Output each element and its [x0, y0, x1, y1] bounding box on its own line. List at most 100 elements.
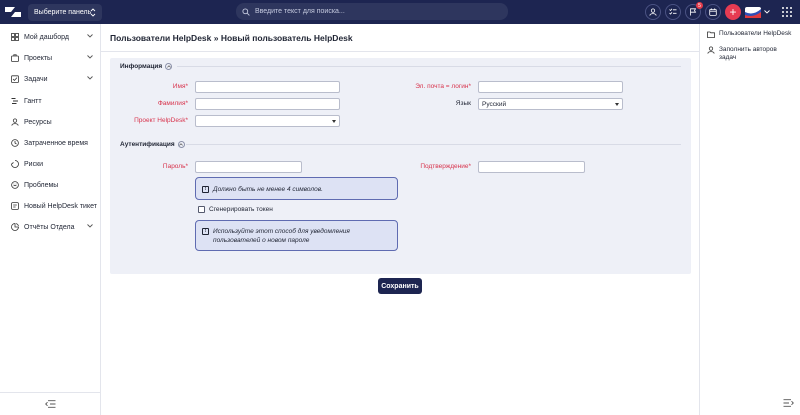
- sidebar-item-new-helpdesk-ticket[interactable]: Новый HelpDesk тикет: [0, 197, 100, 215]
- risk-icon: [10, 160, 19, 169]
- sidebar-item-label: Новый HelpDesk тикет: [24, 202, 97, 210]
- project-select[interactable]: [195, 115, 340, 127]
- profile-icon[interactable]: [645, 4, 661, 20]
- chevron-down-icon[interactable]: [764, 10, 772, 14]
- checklist-icon[interactable]: [665, 4, 681, 20]
- briefcase-icon: [10, 54, 19, 63]
- dropdown-arrow-icon: [615, 103, 619, 106]
- panel-select[interactable]: Выберите панель: [28, 3, 102, 21]
- email-field[interactable]: [478, 81, 623, 93]
- info-icon: !: [202, 228, 209, 235]
- password-hint-text: Должно быть не менее 4 символов.: [213, 186, 323, 193]
- sidebar-item-projects[interactable]: Проекты: [0, 49, 100, 67]
- sidebar-item-tasks[interactable]: Задачи: [0, 70, 100, 88]
- main-content: Пользователи HelpDesk » Новый пользовате…: [101, 24, 699, 415]
- helpdesk-users-link[interactable]: Пользователи HelpDesk: [707, 30, 791, 38]
- email-label: Эл. почта = логин*: [415, 83, 471, 90]
- section-info-title: Информация: [120, 63, 163, 70]
- apps-grid-icon[interactable]: [782, 7, 792, 17]
- user-icon: [707, 46, 715, 54]
- add-icon[interactable]: +: [725, 4, 741, 20]
- notification-badge: 5: [696, 2, 703, 9]
- generate-token-checkbox[interactable]: [198, 206, 205, 213]
- section-info-header[interactable]: Информация: [120, 63, 173, 70]
- top-actions: 5 +: [645, 0, 800, 24]
- language-flag-icon[interactable]: [745, 6, 763, 18]
- page-title: Пользователи HelpDesk » Новый пользовате…: [110, 33, 353, 43]
- top-bar: Выберите панель Введите текст для поиска…: [0, 0, 800, 24]
- sidebar-item-label: Затраченное время: [24, 139, 88, 147]
- confirm-password-label: Подтверждение*: [420, 163, 471, 170]
- gantt-icon: [10, 97, 19, 106]
- section-auth-header[interactable]: Аутентификация: [120, 141, 185, 148]
- last-name-label: Фамилия*: [157, 100, 188, 107]
- password-label: Пароль*: [162, 163, 188, 170]
- search-icon: [242, 7, 250, 16]
- language-label: Язык: [455, 100, 471, 107]
- user-form: Информация Имя* Фамилия* Проект HelpDesk…: [110, 58, 691, 274]
- generate-token-row[interactable]: Сгенерировать токен: [198, 206, 273, 213]
- search-input[interactable]: Введите текст для поиска...: [236, 3, 508, 20]
- dashboard-icon: [10, 33, 19, 42]
- right-panel: Пользователи HelpDesk Заполнить авторов …: [699, 24, 800, 415]
- sidebar-item-label: Отчёты Отдела: [24, 223, 75, 231]
- collapse-icon[interactable]: [165, 63, 173, 70]
- sidebar-item-label: Проблемы: [24, 181, 59, 189]
- section-auth-title: Аутентификация: [120, 141, 175, 148]
- last-name-field[interactable]: [195, 98, 340, 110]
- token-hint: ! Используйте этот способ для уведомлени…: [195, 220, 398, 251]
- tasks-icon: [10, 75, 19, 84]
- problem-icon: [10, 181, 19, 190]
- collapse-icon[interactable]: [177, 141, 185, 148]
- collapse-right-panel-button[interactable]: [783, 399, 794, 409]
- user-icon: [10, 118, 19, 127]
- fill-task-authors-label: Заполнить авторов задач: [719, 46, 777, 61]
- panel-select-label: Выберите панель: [34, 8, 92, 16]
- sidebar-item-label: Проекты: [24, 54, 53, 62]
- sidebar-item-resources[interactable]: Ресурсы: [0, 113, 100, 131]
- fill-task-authors-link[interactable]: Заполнить авторов задач: [707, 46, 795, 62]
- chevron-down-icon: [87, 33, 93, 40]
- chevron-down-icon: [87, 54, 93, 61]
- sidebar-item-department-reports[interactable]: Отчёты Отдела: [0, 218, 100, 236]
- updown-chevron-icon: [87, 6, 99, 19]
- first-name-label: Имя*: [172, 83, 188, 90]
- generate-token-label: Сгенерировать токен: [209, 206, 273, 213]
- sidebar-item-label: Мой дашборд: [24, 33, 69, 41]
- info-icon: !: [202, 186, 209, 193]
- section-info-divider: [177, 66, 681, 67]
- sidebar: Мой дашборд Проекты Задачи Гантт Ресурсы…: [0, 24, 101, 415]
- sidebar-item-gantt[interactable]: Гантт: [0, 92, 100, 110]
- search-placeholder: Введите текст для поиска...: [255, 8, 345, 15]
- sidebar-item-label: Гантт: [24, 97, 42, 105]
- password-field[interactable]: [195, 161, 302, 173]
- sidebar-item-label: Ресурсы: [24, 118, 52, 126]
- collapse-sidebar-icon: [44, 400, 55, 408]
- sidebar-item-risks[interactable]: Риски: [0, 155, 100, 173]
- title-divider: [101, 51, 699, 52]
- language-select-value: Русский: [482, 100, 507, 108]
- folder-icon: [707, 30, 715, 38]
- clock-icon: [10, 139, 19, 148]
- sidebar-item-dashboard[interactable]: Мой дашборд: [0, 28, 100, 46]
- collapse-sidebar-button[interactable]: [0, 392, 100, 415]
- section-auth-divider: [186, 144, 681, 145]
- app-logo[interactable]: [2, 0, 24, 24]
- reports-icon: [10, 223, 19, 232]
- helpdesk-users-label: Пользователи HelpDesk: [719, 30, 792, 37]
- confirm-password-field[interactable]: [478, 161, 585, 173]
- language-select[interactable]: Русский: [478, 98, 623, 110]
- sidebar-item-problems[interactable]: Проблемы: [0, 176, 100, 194]
- first-name-field[interactable]: [195, 81, 340, 93]
- token-hint-text: Используйте этот способ для уведомления …: [213, 228, 350, 244]
- project-label: Проект HelpDesk*: [134, 117, 188, 124]
- sidebar-item-spent-time[interactable]: Затраченное время: [0, 134, 100, 152]
- chevron-down-icon: [87, 75, 93, 82]
- notifications-flag-icon[interactable]: 5: [685, 2, 703, 20]
- calendar-icon[interactable]: [705, 4, 721, 20]
- save-button[interactable]: Сохранить: [378, 278, 422, 294]
- password-hint: ! Должно быть не менее 4 символов.: [195, 177, 398, 200]
- ticket-icon: [10, 202, 19, 211]
- sidebar-item-label: Риски: [24, 160, 44, 168]
- dropdown-arrow-icon: [332, 120, 336, 123]
